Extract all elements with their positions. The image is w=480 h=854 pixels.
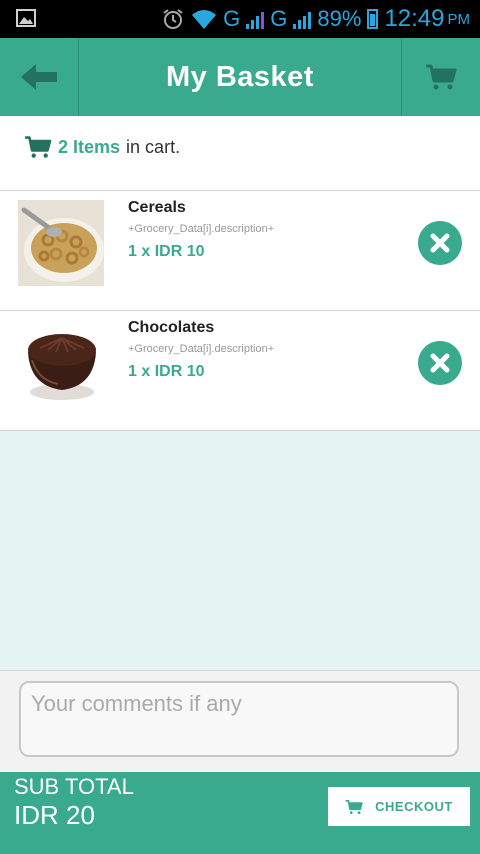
summary-suffix: in cart. [126,136,181,157]
status-indicators: G G 89% 12:49 PM [161,0,470,38]
cart-icon [426,64,457,90]
item-name: Chocolates [128,319,215,336]
arrow-left-icon [21,64,57,90]
app-header: My Basket [0,38,480,116]
checkout-button[interactable]: CHECKOUT [328,787,470,826]
network-type-2: G [270,6,288,31]
clock-ampm: PM [447,10,471,28]
chocolate-image [18,320,104,406]
alarm-icon [163,9,183,29]
close-icon [430,233,450,253]
close-icon [430,353,450,373]
checkout-footer: SUB TOTAL IDR 20 CHECKOUT [0,772,480,854]
remove-item-button[interactable] [418,341,462,385]
item-price: 1 x IDR 10 [128,363,205,380]
battery-icon [367,9,379,29]
item-name: Cereals [128,199,186,216]
cart-button[interactable] [401,38,480,116]
checkout-label: CHECKOUT [375,799,453,814]
cart-item: Cereals +Grocery_Data[i].description+ 1 … [0,190,480,311]
gallery-notification-icon [16,9,36,27]
cart-icon [25,136,52,158]
clock-time: 12:49 [384,5,445,32]
remove-item-button[interactable] [418,221,462,265]
signal-icon-2 [293,9,312,29]
battery-percent: 89% [317,6,362,31]
item-price: 1 x IDR 10 [128,243,205,260]
empty-list-area [0,430,480,671]
status-bar: G G 89% 12:49 PM [0,0,480,38]
subtotal-label: SUB TOTAL [14,774,134,799]
network-type-1: G [223,6,241,31]
item-description: +Grocery_Data[i].description+ [128,223,275,235]
cereal-image [18,200,104,286]
signal-icon [246,9,265,29]
cart-summary: 2 Items in cart. [24,132,180,162]
cart-icon [345,799,363,814]
wifi-icon [192,10,217,29]
comments-input[interactable] [19,681,459,757]
page-title: My Basket [166,61,314,93]
item-count: 2 Items [58,136,121,157]
subtotal-value: IDR 20 [14,800,95,830]
cart-item: Chocolates +Grocery_Data[i].description+… [0,310,480,431]
back-button[interactable] [0,38,79,116]
item-description: +Grocery_Data[i].description+ [128,343,275,355]
